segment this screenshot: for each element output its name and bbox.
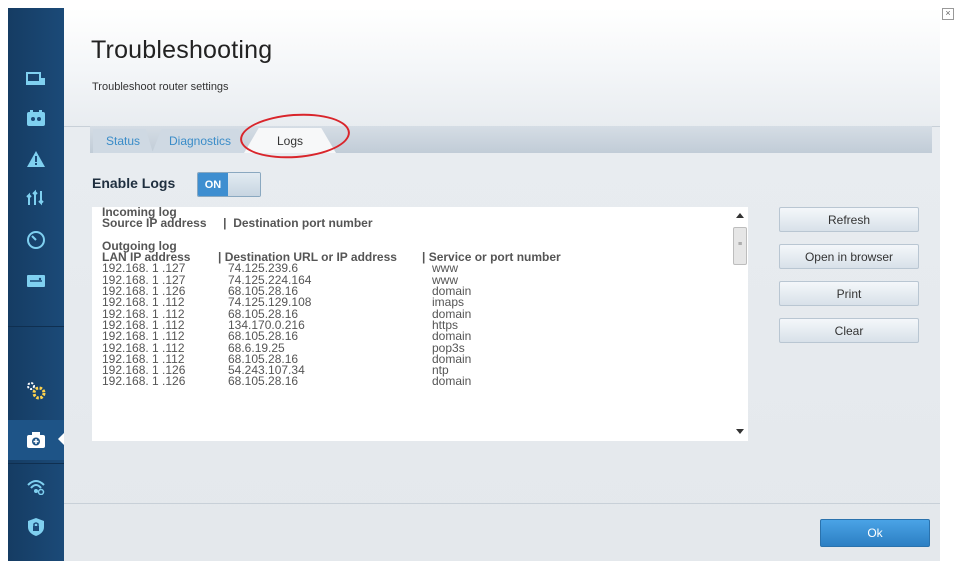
log-row: 192.168. 1 .127 74.125.224.164 www	[102, 274, 722, 286]
log-row: 192.168. 1 .112 68.105.28.16 domain	[102, 353, 722, 365]
toggle-on-label: ON	[198, 173, 228, 196]
wireless-icon[interactable]	[20, 472, 52, 500]
sidebar-separator	[8, 326, 64, 327]
open-in-browser-button[interactable]: Open in browser	[779, 244, 919, 269]
log-row: 192.168. 1 .112 68.105.28.16 domain	[102, 308, 722, 320]
speed-test-icon[interactable]	[20, 226, 52, 254]
scroll-up-icon[interactable]	[736, 213, 744, 218]
parental-controls-icon[interactable]	[20, 104, 52, 132]
log-row: 192.168. 1 .126 68.105.28.16 domain	[102, 285, 722, 297]
usb-icon[interactable]	[20, 267, 52, 295]
security-shield-icon[interactable]	[20, 513, 52, 541]
log-row: 192.168. 1 .112 74.125.129.108 imaps	[102, 296, 722, 308]
sidebar	[8, 8, 65, 561]
sidebar-separator	[8, 463, 64, 464]
media-prioritization-icon[interactable]	[20, 184, 52, 212]
enable-logs-label: Enable Logs	[92, 175, 176, 191]
print-button[interactable]: Print	[779, 281, 919, 306]
log-row: 192.168. 1 .127 74.125.239.6 www	[102, 262, 722, 274]
log-row: 192.168. 1 .126 68.105.28.16 domain	[102, 374, 722, 389]
incoming-log-header: Source IP address | Destination port num…	[102, 216, 373, 231]
log-row: 192.168. 1 .112 68.6.19.25 pop3s	[102, 341, 722, 354]
enable-logs-toggle[interactable]: ON	[197, 172, 261, 197]
clear-button[interactable]: Clear	[779, 318, 919, 343]
devices-icon[interactable]	[20, 65, 52, 93]
ok-button[interactable]: Ok	[820, 519, 930, 547]
log-destination: 68.105.28.16	[228, 374, 299, 389]
tab-diagnostics[interactable]: Diagnostics	[152, 129, 248, 153]
log-row: 192.168. 1 .112 134.170.0.216 https	[102, 319, 722, 331]
log-textarea[interactable]: Incoming log Source IP address | Destina…	[92, 207, 748, 441]
refresh-button[interactable]: Refresh	[779, 207, 919, 232]
footer-divider	[64, 503, 940, 504]
close-icon[interactable]: ×	[942, 8, 954, 20]
settings-gears-icon[interactable]	[20, 376, 52, 404]
scroll-down-icon[interactable]	[736, 429, 744, 434]
log-service: domain	[432, 374, 472, 389]
log-lan-ip: 192.168. 1 .126	[102, 374, 186, 389]
warning-icon[interactable]	[20, 145, 52, 173]
tab-status[interactable]: Status	[93, 129, 153, 153]
log-scrollbar[interactable]: ≡	[732, 207, 748, 441]
troubleshooting-camera-icon[interactable]	[20, 426, 52, 454]
page-title: Troubleshooting	[91, 36, 273, 64]
log-row: 192.168. 1 .112 68.105.28.16 domain	[102, 330, 722, 342]
page-subtitle: Troubleshoot router settings	[92, 81, 229, 93]
toggle-knob	[228, 173, 260, 196]
log-row: 192.168. 1 .126 54.243.107.34 ntp	[102, 364, 722, 376]
scroll-thumb[interactable]: ≡	[733, 227, 747, 265]
